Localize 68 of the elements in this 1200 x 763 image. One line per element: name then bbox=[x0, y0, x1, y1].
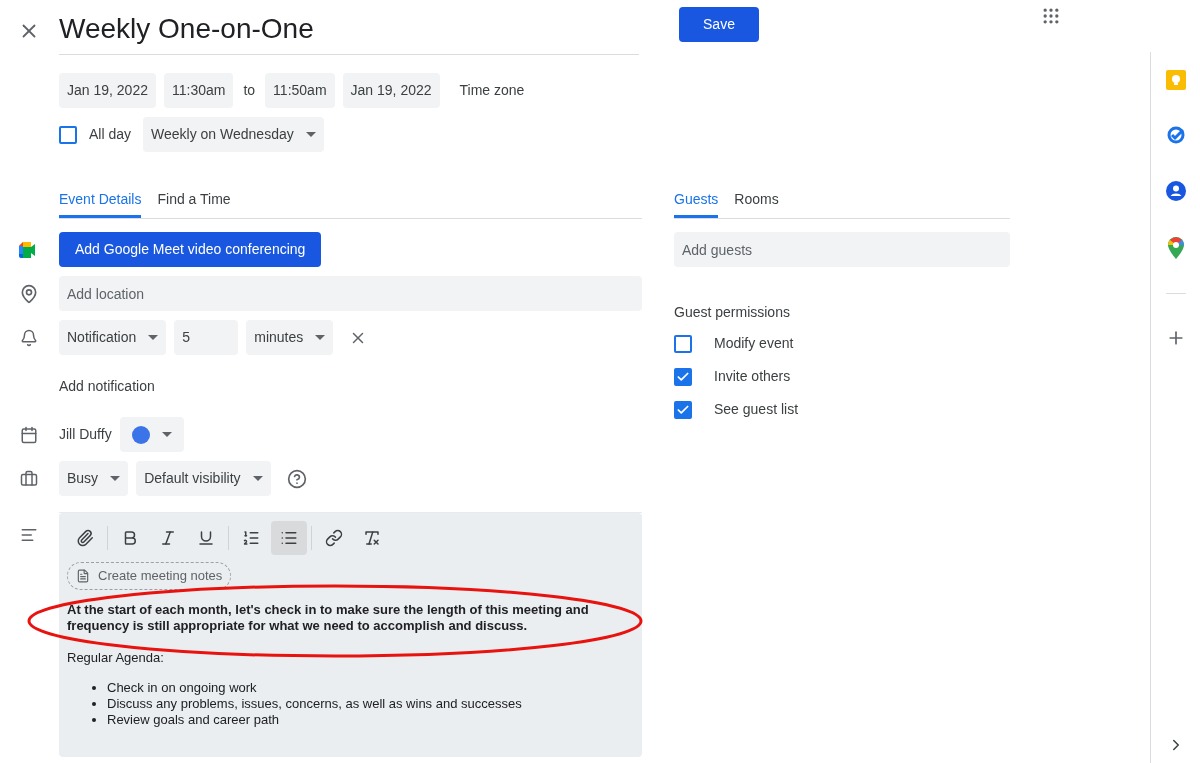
permission-checkbox[interactable] bbox=[674, 400, 692, 419]
to-label: to bbox=[242, 81, 257, 100]
bullet-icon bbox=[92, 702, 96, 706]
google-meet-button[interactable]: Add Google Meet video conferencing bbox=[59, 232, 322, 267]
description-paragraph: At the start of each month, let's check in to make sure the length of this meeting and frequency is still appropriate for what we need to accomplish and discuss. bbox=[67, 602, 590, 634]
permission-label: Modify event bbox=[714, 334, 794, 353]
start-date-field[interactable]: Jan 19, 2022 bbox=[59, 73, 156, 108]
help-button[interactable] bbox=[286, 468, 307, 489]
bulleted-list-button[interactable] bbox=[271, 521, 307, 555]
briefcase-icon bbox=[19, 469, 38, 488]
agenda-item: Discuss any problems, issues, concerns, as well as wins and successes bbox=[107, 696, 522, 712]
italic-icon bbox=[159, 529, 177, 547]
end-date-field[interactable]: Jan 19, 2022 bbox=[342, 73, 440, 108]
caret-icon bbox=[110, 476, 121, 481]
link-icon bbox=[325, 529, 343, 547]
all-day-label: All day bbox=[89, 125, 132, 144]
add-guests-field[interactable]: Add guests bbox=[674, 232, 1010, 267]
save-button[interactable]: Save bbox=[679, 7, 759, 42]
time-zone-button[interactable]: Time zone bbox=[447, 80, 537, 101]
all-day-checkbox[interactable] bbox=[59, 125, 77, 144]
guest-permissions-heading: Guest permissions bbox=[674, 303, 791, 322]
description-editor[interactable] bbox=[59, 513, 642, 757]
event-title-field[interactable]: Weekly One-on-One bbox=[59, 4, 314, 50]
caret-icon bbox=[315, 335, 326, 340]
attach-icon bbox=[76, 529, 94, 547]
visibility-dropdown[interactable]: Default visibility bbox=[136, 461, 271, 496]
location-field[interactable]: Add location bbox=[59, 276, 642, 311]
agenda-item: Review goals and career path bbox=[107, 712, 279, 728]
guest-tab[interactable]: Rooms bbox=[734, 184, 779, 218]
agenda-item: Check in on ongoing work bbox=[107, 680, 257, 696]
help-icon bbox=[286, 468, 307, 489]
permission-label: See guest list bbox=[714, 400, 799, 419]
permission-checkbox[interactable] bbox=[674, 334, 692, 353]
bell-icon bbox=[19, 328, 38, 347]
description-icon bbox=[19, 526, 38, 544]
permission-label: Invite others bbox=[714, 367, 791, 386]
bullet-icon bbox=[92, 718, 96, 722]
end-time-field[interactable]: 11:50am bbox=[265, 73, 335, 108]
meeting-notes-label: Create meeting notes bbox=[98, 567, 223, 586]
guest-tab[interactable]: Guests bbox=[674, 184, 719, 218]
notification-value-field[interactable]: 5 bbox=[174, 320, 239, 355]
event-tab[interactable]: Event Details bbox=[59, 184, 142, 218]
numbered-list-icon bbox=[242, 529, 260, 547]
permission-checkbox[interactable] bbox=[674, 367, 692, 386]
availability-dropdown[interactable]: Busy bbox=[59, 461, 129, 496]
underline-icon bbox=[197, 529, 215, 547]
bulleted-list-icon bbox=[280, 529, 298, 547]
map-pin-icon[interactable] bbox=[1167, 237, 1184, 259]
document-icon bbox=[76, 569, 90, 583]
notification-unit-dropdown[interactable]: minutes bbox=[246, 320, 334, 355]
recurrence-dropdown[interactable]: Weekly on Wednesday bbox=[143, 117, 324, 152]
event-tab[interactable]: Find a Time bbox=[157, 184, 231, 218]
task-check-icon[interactable] bbox=[1165, 125, 1186, 145]
caret-icon bbox=[305, 132, 316, 137]
caret-icon bbox=[148, 335, 159, 340]
add-notification-link[interactable]: Add notification bbox=[59, 376, 155, 397]
description-paragraph: Regular Agenda: bbox=[67, 650, 165, 666]
clear-formatting-icon bbox=[363, 529, 381, 547]
calendar-owner-label: Jill Duffy bbox=[59, 425, 112, 444]
start-time-field[interactable]: 11:30am bbox=[163, 73, 234, 108]
calendar-icon bbox=[19, 425, 38, 444]
calendar-color-dropdown[interactable] bbox=[119, 417, 184, 452]
notification-type-dropdown[interactable]: Notification bbox=[59, 320, 167, 355]
caret-icon bbox=[252, 476, 263, 481]
person-icon[interactable] bbox=[1165, 181, 1186, 201]
bullet-icon bbox=[92, 686, 96, 690]
caret-icon bbox=[161, 432, 172, 437]
apps-grid-icon[interactable] bbox=[1041, 6, 1061, 26]
